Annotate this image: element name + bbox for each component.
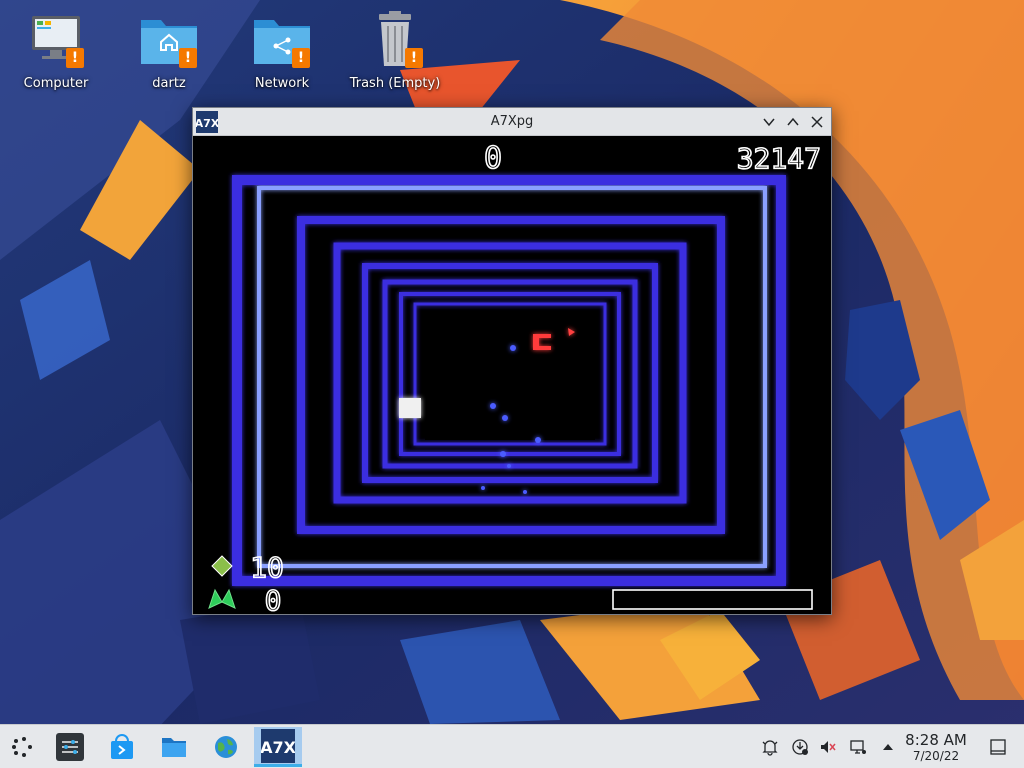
notifications-icon xyxy=(762,740,778,756)
a7xpg-window[interactable]: A7X A7Xpg 0 32147 10 0 xyxy=(192,107,832,615)
discover-store-button[interactable] xyxy=(102,727,142,767)
desktop-icon-label: Network xyxy=(254,76,310,91)
volume-muted-icon xyxy=(821,741,836,753)
web-browser-button[interactable] xyxy=(206,727,246,767)
show-desktop-icon xyxy=(990,739,1006,755)
file-manager-button[interactable] xyxy=(154,727,194,767)
notifications-button[interactable] xyxy=(760,737,780,757)
network-icon xyxy=(850,740,866,754)
warning-badge: ! xyxy=(66,48,84,68)
taskbar: A7X 8:28 AM 7/20/22 xyxy=(0,724,1024,768)
expand-tray-icon xyxy=(883,744,893,750)
task-app-text: A7X xyxy=(261,738,295,757)
application-launcher-icon xyxy=(12,737,32,757)
close-button[interactable] xyxy=(807,112,827,132)
game-canvas[interactable]: 0 32147 10 0 xyxy=(193,136,831,614)
ship-lives-icon xyxy=(208,588,236,609)
player-ship xyxy=(399,398,421,418)
desktop-icon-computer[interactable]: ! Computer xyxy=(1,10,111,91)
desktop-icon-home[interactable]: ! dartz xyxy=(114,10,224,91)
window-title: A7Xpg xyxy=(490,114,534,129)
a7xpg-task-button[interactable]: A7X xyxy=(254,727,302,767)
discover-store-icon xyxy=(111,734,133,759)
warning-badge: ! xyxy=(292,48,310,68)
energy-bar xyxy=(612,589,813,610)
file-manager-icon xyxy=(162,738,186,757)
level-display: 10 xyxy=(250,551,284,584)
maximize-button[interactable] xyxy=(783,112,803,132)
warning-badge: ! xyxy=(405,48,423,68)
lives-display: 0 xyxy=(265,584,282,614)
system-settings-icon xyxy=(56,733,84,761)
chevron-up-icon xyxy=(787,117,799,126)
a7xpg-icon: A7X xyxy=(261,728,295,763)
expand-tray-button[interactable] xyxy=(878,737,898,757)
application-launcher-button[interactable] xyxy=(2,727,42,767)
updates-icon xyxy=(792,739,808,755)
desktop-icon-label: dartz xyxy=(152,76,186,91)
desktop-icon-label: Computer xyxy=(23,76,89,91)
chevron-down-icon xyxy=(763,118,775,127)
hiscore-display: 32147 xyxy=(737,142,821,175)
web-browser-icon xyxy=(215,736,237,758)
close-icon xyxy=(811,116,823,128)
system-settings-button[interactable] xyxy=(50,727,90,767)
network-button[interactable] xyxy=(848,737,868,757)
show-desktop-button[interactable] xyxy=(988,737,1008,757)
digital-clock[interactable]: 8:28 AM 7/20/22 xyxy=(900,731,972,764)
clock-date: 7/20/22 xyxy=(912,749,960,763)
level-indicator-icon xyxy=(211,555,233,577)
desktop-icon-label: Trash (Empty) xyxy=(349,76,441,91)
clock-time: 8:28 AM xyxy=(905,731,967,749)
volume-button[interactable] xyxy=(818,737,838,757)
minimize-button[interactable] xyxy=(759,112,779,132)
updates-button[interactable] xyxy=(790,737,810,757)
desktop-icon-network[interactable]: ! Network xyxy=(227,10,337,91)
warning-badge: ! xyxy=(179,48,197,68)
desktop-icon-trash[interactable]: ! Trash (Empty) xyxy=(340,10,450,91)
window-titlebar[interactable]: A7X A7Xpg xyxy=(193,108,831,136)
score-display: 0 xyxy=(484,141,502,176)
